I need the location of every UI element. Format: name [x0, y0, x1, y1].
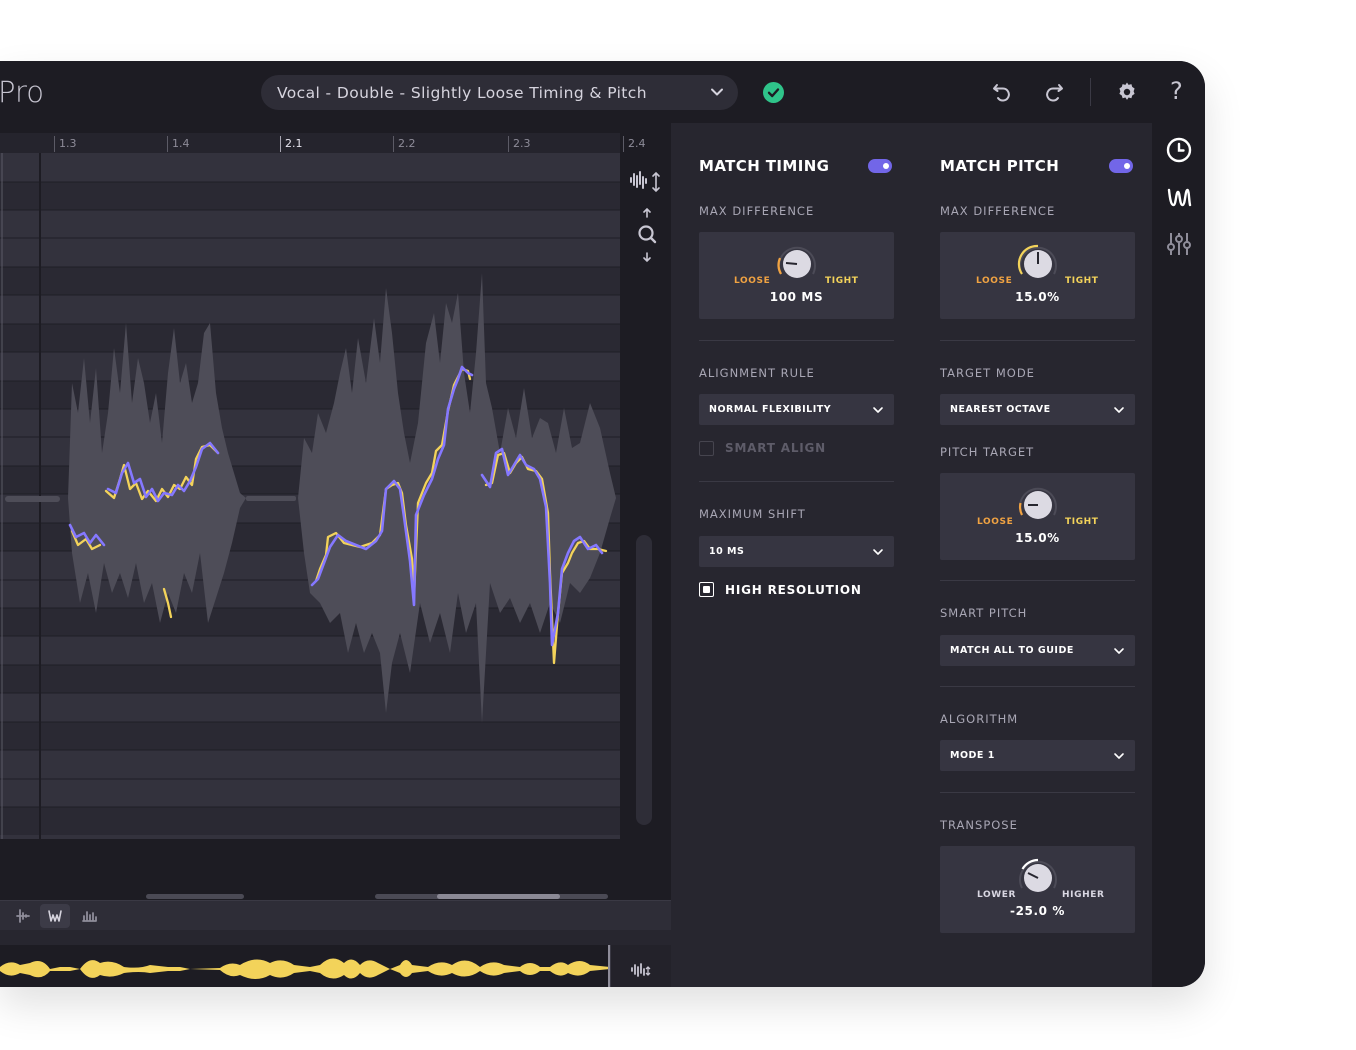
view-mode-bar [0, 900, 671, 930]
alignment-rule-label: ALIGNMENT RULE [699, 366, 815, 380]
horizontal-scrollbar[interactable] [375, 894, 608, 899]
overview-tools [610, 945, 671, 987]
algorithm-value: MODE 1 [950, 750, 995, 761]
alignment-rule-value: NORMAL FLEXIBILITY [709, 404, 832, 415]
checkbox-check [702, 585, 710, 593]
vertical-scrollbar[interactable] [636, 535, 652, 825]
divider [940, 686, 1135, 687]
spectrum-view-icon[interactable] [74, 904, 104, 928]
pitch-target-value: 15.0% [1015, 531, 1060, 545]
match-timing-toggle[interactable] [868, 159, 892, 173]
transpose-value: -25.0 % [1010, 904, 1065, 918]
match-timing-title: MATCH TIMING [699, 157, 830, 175]
pitch-knob[interactable] [1014, 240, 1062, 288]
divider [940, 340, 1135, 341]
redo-icon[interactable] [1042, 80, 1066, 104]
chevron-down-icon [873, 549, 883, 555]
target-mode-label: TARGET MODE [940, 366, 1035, 380]
maximum-shift-label: MAXIMUM SHIFT [699, 507, 806, 521]
alignment-rule-dropdown[interactable]: NORMAL FLEXIBILITY [699, 394, 894, 425]
scrollbar-thumb[interactable] [437, 894, 560, 899]
overview-strip[interactable] [0, 945, 671, 987]
toolbar-separator [1090, 78, 1091, 106]
pitch-target-label: PITCH TARGET [940, 445, 1035, 459]
divider [940, 580, 1135, 581]
knob-tight-label: TIGHT [1065, 517, 1099, 527]
smart-align-label: SMART ALIGN [725, 441, 827, 455]
pitch-max-difference-knob-box: LOOSE TIGHT 15.0% [940, 232, 1135, 319]
timing-knob-value: 100 MS [769, 290, 824, 304]
knob-lower-label: LOWER [977, 890, 1017, 900]
ruler-tick: 2.4 [623, 136, 646, 152]
divider [699, 340, 894, 341]
high-resolution-label: HIGH RESOLUTION [725, 583, 862, 597]
waveform-w-icon[interactable] [1165, 183, 1193, 211]
undo-icon[interactable] [990, 80, 1014, 104]
smart-pitch-label: SMART PITCH [940, 606, 1028, 620]
ruler-tick: 1.4 [167, 136, 190, 152]
top-bar: Pro Vocal - Double - Slightly Loose Timi… [0, 61, 1205, 123]
divider [699, 481, 894, 482]
smart-pitch-dropdown[interactable]: MATCH ALL TO GUIDE [940, 635, 1135, 666]
waveform-zoom-icon[interactable] [628, 165, 662, 199]
right-rail [1152, 123, 1205, 987]
pitch-view-button[interactable] [40, 904, 70, 928]
algorithm-dropdown[interactable]: MODE 1 [940, 740, 1135, 771]
knob-loose-label: LOOSE [976, 276, 1013, 286]
knob-loose-label: LOOSE [734, 276, 771, 286]
app-window: Pro Vocal - Double - Slightly Loose Timi… [0, 61, 1205, 987]
smart-align-checkbox[interactable] [699, 441, 714, 456]
help-icon[interactable]: ? [1170, 77, 1194, 105]
maximum-shift-dropdown[interactable]: 10 MS [699, 536, 894, 567]
target-mode-dropdown[interactable]: NEAREST OCTAVE [940, 394, 1135, 425]
pitch-max-difference-label: MAX DIFFERENCE [940, 204, 1056, 218]
horizontal-scrollbar-left[interactable] [146, 894, 244, 899]
transpose-knob[interactable] [1014, 854, 1062, 902]
chevron-down-icon [1114, 753, 1124, 759]
piano-roll-grid[interactable] [0, 153, 620, 839]
gear-icon[interactable] [1115, 80, 1139, 104]
preset-selector[interactable]: Vocal - Double - Slightly Loose Timing &… [261, 75, 738, 110]
ruler-tick: 1.3 [54, 136, 77, 152]
sliders-icon[interactable] [1165, 230, 1193, 258]
clock-icon[interactable] [1165, 136, 1193, 164]
preset-ok-icon [763, 82, 784, 103]
knob-tight-label: TIGHT [825, 276, 859, 286]
chevron-down-icon [711, 88, 723, 96]
target-mode-value: NEAREST OCTAVE [950, 404, 1051, 415]
ruler-tick: 2.2 [393, 136, 416, 152]
transpose-knob-box: LOWER HIGHER -25.0 % [940, 846, 1135, 933]
app-brand: Pro [0, 75, 45, 109]
divider [940, 792, 1135, 793]
chevron-down-icon [1114, 407, 1124, 413]
transpose-label: TRANSPOSE [940, 818, 1018, 832]
knob-higher-label: HIGHER [1062, 890, 1105, 900]
high-resolution-checkbox[interactable] [699, 582, 714, 597]
maximum-shift-value: 10 MS [709, 546, 745, 557]
chevron-down-icon [873, 407, 883, 413]
preset-name: Vocal - Double - Slightly Loose Timing &… [277, 83, 647, 102]
chevron-down-icon [1114, 648, 1124, 654]
waveform-view-icon[interactable] [8, 904, 38, 928]
knob-tight-label: TIGHT [1065, 276, 1099, 286]
timing-max-difference-label: MAX DIFFERENCE [699, 204, 815, 218]
knob-loose-label: LOOSE [977, 517, 1014, 527]
ruler-tick: 2.3 [508, 136, 531, 152]
timing-max-difference-knob-box: LOOSE TIGHT 100 MS [699, 232, 894, 319]
match-pitch-title: MATCH PITCH [940, 157, 1060, 175]
pitch-view-icon [48, 910, 62, 922]
algorithm-label: ALGORITHM [940, 712, 1019, 726]
pitch-knob-value: 15.0% [1015, 290, 1060, 304]
pitch-target-knob[interactable] [1014, 481, 1062, 529]
overview-waveforms [0, 945, 610, 987]
match-pitch-toggle[interactable] [1109, 159, 1133, 173]
timing-knob[interactable] [773, 240, 821, 288]
smart-pitch-value: MATCH ALL TO GUIDE [950, 645, 1074, 656]
overview-waveform-icon[interactable] [629, 961, 653, 981]
vertical-zoom-icon[interactable] [630, 205, 664, 265]
ruler-tick-current: 2.1 [280, 136, 303, 152]
guide-overview-waveform [0, 958, 610, 979]
pitch-target-knob-box: LOOSE TIGHT 15.0% [940, 473, 1135, 560]
